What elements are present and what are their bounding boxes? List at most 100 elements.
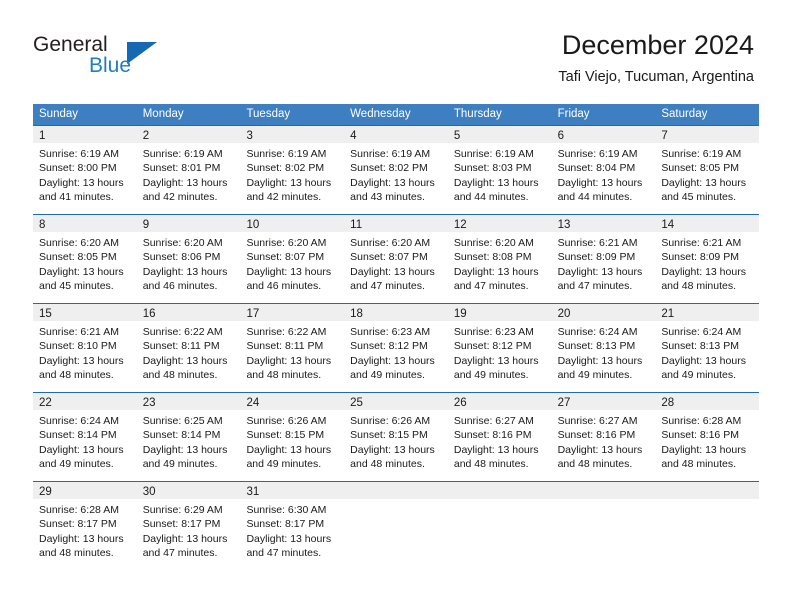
calendar-day-cell[interactable]: 24 Sunrise: 6:26 AM Sunset: 8:15 PM Dayl…	[240, 393, 345, 481]
day-details: Sunrise: 6:27 AM Sunset: 8:16 PM Dayligh…	[552, 410, 656, 471]
day-number-band: 27	[551, 393, 656, 410]
calendar-day-cell[interactable]: 11 Sunrise: 6:20 AM Sunset: 8:07 PM Dayl…	[344, 215, 448, 303]
general-blue-logo[interactable]: General Blue	[33, 33, 233, 85]
day-number-band: 14	[655, 215, 760, 232]
sunset-text: Sunset: 8:09 PM	[557, 251, 636, 264]
day-number-band: 21	[655, 304, 760, 321]
day-number-band: 19	[447, 304, 552, 321]
sunset-text: Sunset: 8:12 PM	[453, 340, 532, 353]
sunrise-text: Sunrise: 6:22 AM	[142, 326, 223, 338]
calendar-day-cell[interactable]: 27 Sunrise: 6:27 AM Sunset: 8:16 PM Dayl…	[551, 393, 656, 481]
calendar-day-cell[interactable]: 22 Sunrise: 6:24 AM Sunset: 8:14 PM Dayl…	[33, 393, 137, 481]
day-details: Sunrise: 6:20 AM Sunset: 8:07 PM Dayligh…	[344, 232, 448, 293]
calendar-day-cell[interactable]: 2 Sunrise: 6:19 AM Sunset: 8:01 PM Dayli…	[136, 126, 241, 214]
calendar-day-cell[interactable]: 28 Sunrise: 6:28 AM Sunset: 8:16 PM Dayl…	[655, 393, 760, 481]
calendar-day-cell[interactable]: 30 Sunrise: 6:29 AM Sunset: 8:17 PM Dayl…	[136, 482, 241, 570]
sunset-text: Sunset: 8:02 PM	[246, 162, 325, 175]
calendar-day-cell[interactable]: 1 Sunrise: 6:19 AM Sunset: 8:00 PM Dayli…	[33, 126, 137, 214]
calendar-day-cell[interactable]: 23 Sunrise: 6:25 AM Sunset: 8:14 PM Dayl…	[136, 393, 241, 481]
sunrise-text: Sunrise: 6:26 AM	[246, 415, 327, 427]
daylight-text-line1: Daylight: 13 hours	[142, 265, 228, 278]
day-number: 20	[557, 308, 571, 320]
day-details: Sunrise: 6:22 AM Sunset: 8:11 PM Dayligh…	[137, 321, 241, 382]
calendar-day-cell[interactable]: 9 Sunrise: 6:20 AM Sunset: 8:06 PM Dayli…	[136, 215, 241, 303]
calendar-day-cell[interactable]: 25 Sunrise: 6:26 AM Sunset: 8:15 PM Dayl…	[344, 393, 448, 481]
day-number-band: 29	[33, 482, 137, 499]
day-number: 10	[246, 219, 260, 231]
day-details: Sunrise: 6:28 AM Sunset: 8:16 PM Dayligh…	[655, 410, 759, 471]
daylight-text-line1: Daylight: 13 hours	[142, 532, 228, 545]
calendar-week-row: 8 Sunrise: 6:20 AM Sunset: 8:05 PM Dayli…	[33, 214, 760, 303]
sunrise-text: Sunrise: 6:20 AM	[453, 237, 534, 249]
calendar-day-cell[interactable]: 4 Sunrise: 6:19 AM Sunset: 8:02 PM Dayli…	[344, 126, 448, 214]
calendar-day-cell[interactable]: 8 Sunrise: 6:20 AM Sunset: 8:05 PM Dayli…	[33, 215, 137, 303]
sunset-text: Sunset: 8:16 PM	[557, 429, 636, 442]
calendar-day-cell[interactable]: 19 Sunrise: 6:23 AM Sunset: 8:12 PM Dayl…	[447, 304, 552, 392]
calendar-day-cell[interactable]: 13 Sunrise: 6:21 AM Sunset: 8:09 PM Dayl…	[551, 215, 656, 303]
day-number-band: 26	[447, 393, 552, 410]
sunset-text: Sunset: 8:11 PM	[246, 340, 324, 353]
daylight-text-line2: and 47 minutes.	[246, 546, 322, 559]
day-details: Sunrise: 6:19 AM Sunset: 8:04 PM Dayligh…	[552, 143, 656, 204]
calendar-day-cell[interactable]: 18 Sunrise: 6:23 AM Sunset: 8:12 PM Dayl…	[344, 304, 448, 392]
day-details: Sunrise: 6:23 AM Sunset: 8:12 PM Dayligh…	[344, 321, 448, 382]
day-number: 8	[39, 219, 46, 231]
calendar-day-cell[interactable]: 14 Sunrise: 6:21 AM Sunset: 8:09 PM Dayl…	[655, 215, 760, 303]
weekday-header-monday: Monday	[142, 108, 184, 120]
sunset-text: Sunset: 8:03 PM	[453, 162, 532, 175]
daylight-text-line2: and 48 minutes.	[453, 457, 529, 470]
day-number-band: 12	[447, 215, 552, 232]
day-details: Sunrise: 6:30 AM Sunset: 8:17 PM Dayligh…	[240, 499, 344, 560]
calendar-day-cell[interactable]: 7 Sunrise: 6:19 AM Sunset: 8:05 PM Dayli…	[655, 126, 760, 214]
daylight-text-line2: and 49 minutes.	[453, 368, 529, 381]
daylight-text-line2: and 46 minutes.	[246, 279, 322, 292]
calendar-day-cell[interactable]: 10 Sunrise: 6:20 AM Sunset: 8:07 PM Dayl…	[240, 215, 345, 303]
sunset-text: Sunset: 8:05 PM	[661, 162, 739, 175]
sunrise-text: Sunrise: 6:20 AM	[39, 237, 119, 249]
daylight-text-line2: and 49 minutes.	[557, 368, 633, 381]
sunrise-text: Sunrise: 6:22 AM	[246, 326, 327, 338]
calendar-day-cell[interactable]: 15 Sunrise: 6:21 AM Sunset: 8:10 PM Dayl…	[33, 304, 137, 392]
calendar-page: General Blue December 2024 Tafi Viejo, T…	[0, 0, 792, 612]
calendar-day-cell[interactable]: 6 Sunrise: 6:19 AM Sunset: 8:04 PM Dayli…	[551, 126, 656, 214]
sunset-text: Sunset: 8:16 PM	[453, 429, 532, 442]
daylight-text-line1: Daylight: 13 hours	[661, 265, 746, 278]
daylight-text-line2: and 42 minutes.	[246, 190, 322, 203]
sunset-text: Sunset: 8:09 PM	[661, 251, 739, 264]
sunset-text: Sunset: 8:17 PM	[39, 518, 117, 531]
daylight-text-line1: Daylight: 13 hours	[246, 265, 332, 278]
calendar-day-cell[interactable]: 26 Sunrise: 6:27 AM Sunset: 8:16 PM Dayl…	[447, 393, 552, 481]
sunrise-text: Sunrise: 6:19 AM	[350, 148, 431, 160]
day-number-band: 5	[447, 126, 552, 143]
sunset-text: Sunset: 8:07 PM	[350, 251, 428, 264]
calendar-day-cell[interactable]: 17 Sunrise: 6:22 AM Sunset: 8:11 PM Dayl…	[240, 304, 345, 392]
daylight-text-line2: and 43 minutes.	[350, 190, 425, 203]
day-details: Sunrise: 6:24 AM Sunset: 8:13 PM Dayligh…	[552, 321, 656, 382]
day-details: Sunrise: 6:19 AM Sunset: 8:01 PM Dayligh…	[137, 143, 241, 204]
calendar-day-cell[interactable]: 21 Sunrise: 6:24 AM Sunset: 8:13 PM Dayl…	[655, 304, 760, 392]
sunrise-text: Sunrise: 6:25 AM	[142, 415, 223, 427]
logo-text-blue: Blue	[89, 54, 132, 77]
sunrise-text: Sunrise: 6:24 AM	[661, 326, 742, 338]
daylight-text-line1: Daylight: 13 hours	[453, 176, 539, 189]
day-details: Sunrise: 6:23 AM Sunset: 8:12 PM Dayligh…	[448, 321, 552, 382]
sunrise-text: Sunrise: 6:21 AM	[661, 237, 742, 249]
calendar-day-cell[interactable]: 12 Sunrise: 6:20 AM Sunset: 8:08 PM Dayl…	[447, 215, 552, 303]
sunrise-text: Sunrise: 6:21 AM	[557, 237, 638, 249]
sunrise-text: Sunrise: 6:21 AM	[39, 326, 119, 338]
daylight-text-line2: and 48 minutes.	[39, 368, 114, 381]
calendar-day-cell[interactable]: 3 Sunrise: 6:19 AM Sunset: 8:02 PM Dayli…	[240, 126, 345, 214]
daylight-text-line2: and 48 minutes.	[142, 368, 218, 381]
calendar-day-cell[interactable]: 16 Sunrise: 6:22 AM Sunset: 8:11 PM Dayl…	[136, 304, 241, 392]
sunrise-text: Sunrise: 6:19 AM	[661, 148, 742, 160]
calendar-day-cell[interactable]: 20 Sunrise: 6:24 AM Sunset: 8:13 PM Dayl…	[551, 304, 656, 392]
sunset-text: Sunset: 8:11 PM	[142, 340, 220, 353]
sunset-text: Sunset: 8:12 PM	[350, 340, 428, 353]
calendar-day-cell[interactable]: 29 Sunrise: 6:28 AM Sunset: 8:17 PM Dayl…	[33, 482, 137, 570]
calendar-day-cell[interactable]: 5 Sunrise: 6:19 AM Sunset: 8:03 PM Dayli…	[447, 126, 552, 214]
daylight-text-line1: Daylight: 13 hours	[246, 532, 332, 545]
sunset-text: Sunset: 8:13 PM	[557, 340, 636, 353]
calendar-day-cell[interactable]: 31 Sunrise: 6:30 AM Sunset: 8:17 PM Dayl…	[240, 482, 345, 570]
daylight-text-line1: Daylight: 13 hours	[557, 176, 643, 189]
day-number: 25	[350, 397, 363, 409]
